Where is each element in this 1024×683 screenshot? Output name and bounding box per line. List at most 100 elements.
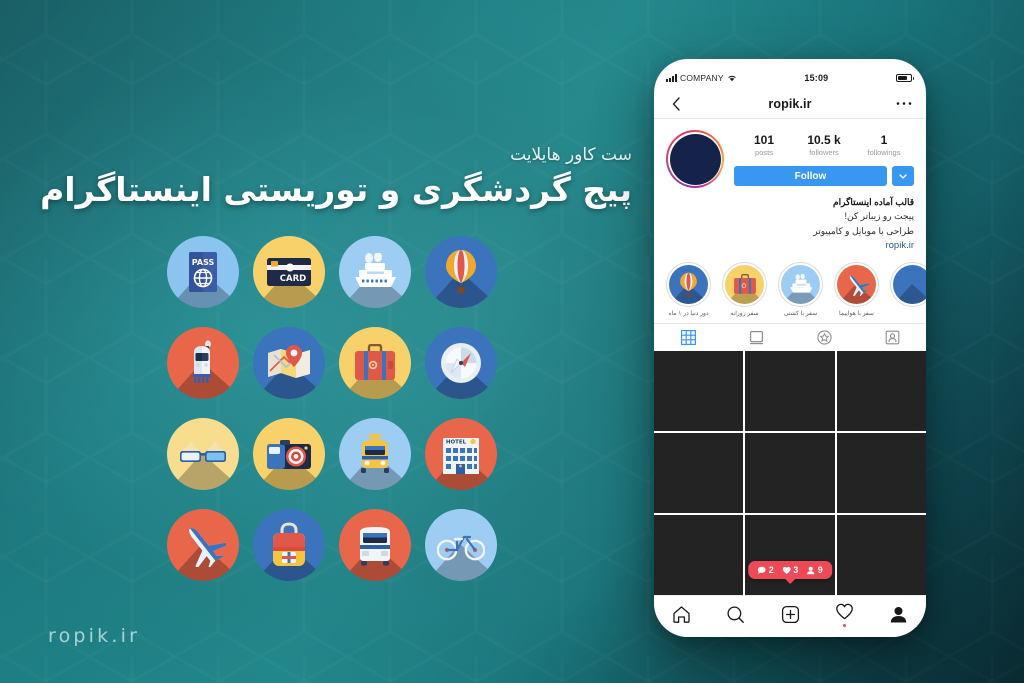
home-icon [673,606,690,623]
comment-icon [757,566,766,574]
avatar-inner-frame [668,132,722,186]
highlight-ring-1 [722,262,767,308]
wifi-icon [727,75,736,82]
icon-cell-hotel: HOTEL [425,418,497,490]
star-icon [816,330,832,345]
status-bar-right [896,74,914,82]
cruise-ship-icon [781,265,820,305]
icon-cell-map-pin [253,327,325,399]
map-pin-icon [253,327,325,399]
hot-air-balloon-icon [669,265,708,305]
sunglasses-icon [167,418,239,490]
notif-comments: 2 [757,565,774,575]
story-highlights: دور دنیا در ۱ ماه سفر روزانه سفر با کشتی… [666,254,926,323]
highlight-item-0[interactable]: دور دنیا در ۱ ماه [666,262,711,317]
highlight-item-2[interactable]: سفر با کشتی [778,262,823,317]
profile-stats-and-actions: 101 posts 10.5 k followers 1 followings … [734,130,914,187]
nav-home[interactable] [654,605,708,624]
post-thumbnail[interactable] [745,433,835,514]
post-thumbnail[interactable] [745,351,835,432]
passport-icon: PASS [167,236,239,308]
tab-saved[interactable] [790,324,858,351]
icon-cell-sunglasses [167,418,239,490]
train-icon [167,327,239,399]
svg-text:PASS: PASS [192,258,215,267]
search-icon [727,606,745,623]
status-bar: COMPANY 15:09 [654,67,926,89]
bus-icon [339,509,411,581]
credit-card-icon: CARD [253,236,325,308]
stat-followings-label: followings [867,148,901,158]
post-thumbnail[interactable] [836,433,926,514]
person-icon [891,607,907,623]
post-thumbnail[interactable] [836,515,926,595]
icon-cell-hot-air-balloon [425,236,497,308]
profile-stats: 101 posts 10.5 k followers 1 followings [734,133,914,157]
icon-cell-suitcase [339,327,411,399]
highlight-item-4[interactable] [890,262,926,317]
nav-activity[interactable] [817,602,871,627]
icon-cell-passport: PASS [167,236,239,308]
stat-followers-label: followers [809,148,839,158]
highlight-item-1[interactable]: سفر روزانه [722,262,767,317]
poster-canvas: ست کاور هایلایت پیج گردشگری و توریستی ای… [0,0,1024,683]
post-thumbnail[interactable] [654,515,744,595]
svg-text:HOTEL: HOTEL [446,440,467,446]
notif-followers-count: 9 [817,565,823,575]
avatar-image [669,133,721,185]
page-title: ropik.ir [768,96,812,111]
highlight-item-3[interactable]: سفر با هواپیما [834,262,879,317]
nav-profile[interactable] [872,605,926,624]
tab-grid[interactable] [654,324,722,351]
highlight-cover-icon-grid: PASS CARD HOTEL [167,236,511,600]
highlight-ring-2 [778,262,823,308]
plus-box-icon [781,605,799,624]
stat-followers-value: 10.5 k [807,133,841,147]
highlight-label-0: دور دنیا در ۱ ماه [668,311,709,318]
status-bar-time: 15:09 [804,73,829,83]
heart-icon [836,604,853,620]
bio-link[interactable]: ropik.ir [666,238,914,254]
post-thumbnail[interactable] [836,351,926,432]
tab-tagged[interactable] [858,324,926,351]
chevron-down-icon [899,174,907,179]
icon-cell-airplane [167,509,239,581]
nav-search[interactable] [708,605,762,624]
highlight-ring-3 [834,262,879,308]
post-thumbnail[interactable] [654,433,744,514]
bicycle-icon [425,509,497,581]
heart-icon [782,566,791,574]
profile-bio: قالب آماده اینستاگرام پیجت رو زیباتر کن!… [654,188,926,254]
icon-cell-taxi [339,418,411,490]
camera-icon [253,418,325,490]
follow-more-button[interactable] [892,166,914,187]
taxi-icon [339,418,411,490]
chevron-left-icon[interactable] [667,96,685,111]
bio-line-2: طراحی با موبایل و کامپیوتر [813,225,914,236]
bio-line-1: پیجت رو زیباتر کن! [844,211,914,222]
stat-posts-label: posts [755,148,773,158]
icon-cell-credit-card: CARD [253,236,325,308]
avatar[interactable] [666,130,724,188]
airplane-icon [837,265,876,305]
tab-feed[interactable] [722,324,790,351]
compass-icon [425,327,497,399]
bio-title: قالب آماده اینستاگرام [833,197,914,207]
icon-cell-bus [339,509,411,581]
stat-followers[interactable]: 10.5 k followers [794,133,854,157]
follow-button[interactable]: Follow [734,166,887,187]
stat-posts[interactable]: 101 posts [734,133,794,157]
grid-icon [680,330,696,346]
carrier-label: COMPANY [680,73,724,83]
post-thumbnail[interactable] [654,351,744,432]
highlight-label-3: سفر با هواپیما [839,311,874,318]
ellipsis-icon[interactable] [895,101,913,106]
nav-add[interactable] [763,605,817,624]
icon-cell-compass [425,327,497,399]
suitcase-icon [339,327,411,399]
airplane-icon [167,509,239,581]
stat-followings[interactable]: 1 followings [854,133,914,157]
site-watermark: ropik.ir [48,625,141,647]
signal-bars-icon [666,74,677,82]
notif-likes-count: 3 [793,565,799,575]
